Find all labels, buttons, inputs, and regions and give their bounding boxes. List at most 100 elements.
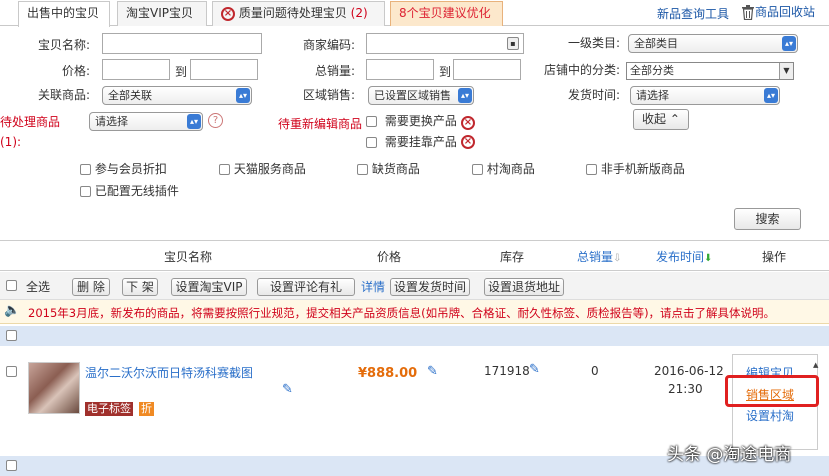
shop-category-select[interactable]: 全部分类 ▼ xyxy=(626,62,794,80)
out-of-stock-checkbox[interactable] xyxy=(357,164,368,175)
wireless-plugin-checkbox[interactable] xyxy=(80,186,91,197)
sort-down-active-icon: ⬇ xyxy=(704,253,713,264)
re-edit-label: 待重新编辑商品 xyxy=(278,117,363,131)
non-mobile-checkbox[interactable] xyxy=(586,164,597,175)
select-arrows-icon: ▴▾ xyxy=(458,88,472,103)
sales-max-input[interactable] xyxy=(453,59,521,80)
recycle-bin-link[interactable]: 商品回收站 xyxy=(741,3,815,21)
col-publish-time[interactable]: 发布时间⬇ xyxy=(656,248,712,265)
need-replace-option[interactable]: 需要更换产品 xyxy=(366,112,457,129)
category-value: 全部类目 xyxy=(634,37,678,50)
merchant-code-input[interactable]: ▪ xyxy=(366,33,524,54)
highlight-box xyxy=(725,375,819,407)
shop-category-label: 店铺中的分类: xyxy=(543,63,620,77)
need-attach-checkbox[interactable] xyxy=(366,137,377,148)
error-icon: × xyxy=(221,6,235,21)
col-stock: 库存 xyxy=(500,250,525,264)
scroll-up-icon[interactable]: ▲ xyxy=(813,361,818,369)
chevron-down-icon: ▼ xyxy=(779,63,793,79)
select-all-checkbox[interactable] xyxy=(6,280,17,291)
notice-text[interactable]: 2015年3月底，新发布的商品，将需要按照行业规范，提交相关产品资质信息(如吊牌… xyxy=(28,305,775,321)
bulk-toolbar: 全选 删 除 下 架 设置淘宝VIP 设置评论有礼 详情 设置发货时间 设置退货… xyxy=(0,272,829,300)
out-of-stock-option[interactable]: 缺货商品 xyxy=(357,160,420,177)
details-link[interactable]: 详情 xyxy=(361,278,385,295)
sales-to-label: 到 xyxy=(439,65,452,79)
village-option[interactable]: 村淘商品 xyxy=(472,160,535,177)
region-select[interactable]: 已设置区域销售 ▴▾ xyxy=(368,86,474,105)
ship-time-value: 请选择 xyxy=(636,89,669,102)
product-title-link[interactable]: 温尔二沃尔沃而日特汤科赛截图 xyxy=(85,364,253,381)
search-button[interactable]: 搜索 xyxy=(734,208,801,230)
edit-title-pencil-icon[interactable]: ✎ xyxy=(282,382,293,397)
set-village-link[interactable]: 设置村淘 xyxy=(746,407,794,424)
tab-vip[interactable]: 淘宝VIP宝贝 xyxy=(117,1,207,26)
discount-badge: 折 xyxy=(139,402,154,416)
member-discount-option[interactable]: 参与会员折扣 xyxy=(80,160,167,177)
related-label: 关联商品: xyxy=(37,88,90,102)
related-value: 全部关联 xyxy=(108,89,152,102)
select-arrows-icon: ▴▾ xyxy=(236,88,250,103)
watermark: 头条 @淘途电商 xyxy=(667,445,792,465)
price-max-input[interactable] xyxy=(190,59,258,80)
ship-time-select[interactable]: 请选择 ▴▾ xyxy=(630,86,780,105)
tab-on-sale[interactable]: 出售中的宝贝 xyxy=(18,1,110,27)
price-label: 价格: xyxy=(61,64,90,78)
product-price: ¥888.00 xyxy=(358,366,418,381)
edit-price-pencil-icon[interactable]: ✎ xyxy=(427,364,438,379)
need-replace-checkbox[interactable] xyxy=(366,116,377,127)
tab-optimize[interactable]: 8个宝贝建议优化 xyxy=(390,1,503,26)
product-name-label: 宝贝名称: xyxy=(37,38,90,52)
out-of-stock-label: 缺货商品 xyxy=(371,162,420,176)
speaker-icon: 🔈 xyxy=(4,303,21,318)
group-checkbox[interactable] xyxy=(6,330,17,341)
related-select[interactable]: 全部关联 ▴▾ xyxy=(102,86,252,105)
price-min-input[interactable] xyxy=(102,59,170,80)
ship-time-label: 发货时间: xyxy=(567,88,620,102)
product-name-input[interactable] xyxy=(102,33,262,54)
row-checkbox[interactable] xyxy=(6,366,17,377)
tab-bar: 出售中的宝贝 淘宝VIP宝贝 × 质量问题待处理宝贝 (2) 8个宝贝建议优化 … xyxy=(0,0,829,27)
col-name: 宝贝名称 xyxy=(164,250,213,264)
product-sales: 0 xyxy=(591,364,599,378)
tmall-service-option[interactable]: 天猫服务商品 xyxy=(219,160,306,177)
region-label: 区域销售: xyxy=(302,88,355,102)
tmall-service-label: 天猫服务商品 xyxy=(233,162,306,176)
select-arrows-icon: ▴▾ xyxy=(187,114,201,129)
help-icon[interactable]: ? xyxy=(208,113,223,128)
set-vip-button[interactable]: 设置淘宝VIP xyxy=(171,278,247,296)
non-mobile-label: 非手机新版商品 xyxy=(600,162,685,176)
pending-select[interactable]: 请选择 ▴▾ xyxy=(89,112,203,131)
delist-button[interactable]: 下 架 xyxy=(122,278,158,296)
set-review-gift-button[interactable]: 设置评论有礼 xyxy=(257,278,355,296)
publish-date: 2016-06-12 xyxy=(654,364,724,378)
tmall-service-checkbox[interactable] xyxy=(219,164,230,175)
clear-attach-icon[interactable]: × xyxy=(461,135,475,149)
chevron-up-icon: ⌃ xyxy=(669,112,680,126)
category-select[interactable]: 全部类目 ▴▾ xyxy=(628,34,798,53)
collapse-button[interactable]: 收起 ⌃ xyxy=(633,109,689,130)
village-checkbox[interactable] xyxy=(472,164,483,175)
col-total-sales[interactable]: 总销量⇩ xyxy=(577,248,621,265)
member-discount-checkbox[interactable] xyxy=(80,164,91,175)
edit-stock-pencil-icon[interactable]: ✎ xyxy=(529,362,540,377)
contact-card-icon: ▪ xyxy=(507,37,519,50)
col-price: 价格 xyxy=(377,250,402,264)
clear-replace-icon[interactable]: × xyxy=(461,116,475,130)
shop-category-value: 全部分类 xyxy=(630,64,674,77)
wireless-plugin-option[interactable]: 已配置无线插件 xyxy=(80,182,179,199)
publish-time: 21:30 xyxy=(668,382,703,396)
next-group-checkbox[interactable] xyxy=(6,460,17,471)
need-attach-option[interactable]: 需要挂靠产品 xyxy=(366,133,457,150)
set-ship-time-button[interactable]: 设置发货时间 xyxy=(390,278,470,296)
new-product-query-link[interactable]: 新品查询工具 xyxy=(657,5,729,22)
select-arrows-icon: ▴▾ xyxy=(764,88,778,103)
product-thumbnail[interactable] xyxy=(28,362,80,414)
non-mobile-option[interactable]: 非手机新版商品 xyxy=(586,160,685,177)
notice-bar: 🔈 2015年3月底，新发布的商品，将需要按照行业规范，提交相关产品资质信息(如… xyxy=(0,300,829,324)
select-all-label: 全选 xyxy=(26,280,51,294)
member-discount-label: 参与会员折扣 xyxy=(94,162,167,176)
sales-min-input[interactable] xyxy=(366,59,434,80)
delete-button[interactable]: 删 除 xyxy=(72,278,110,296)
set-return-address-button[interactable]: 设置退货地址 xyxy=(484,278,564,296)
tab-quality[interactable]: × 质量问题待处理宝贝 (2) xyxy=(212,1,385,26)
